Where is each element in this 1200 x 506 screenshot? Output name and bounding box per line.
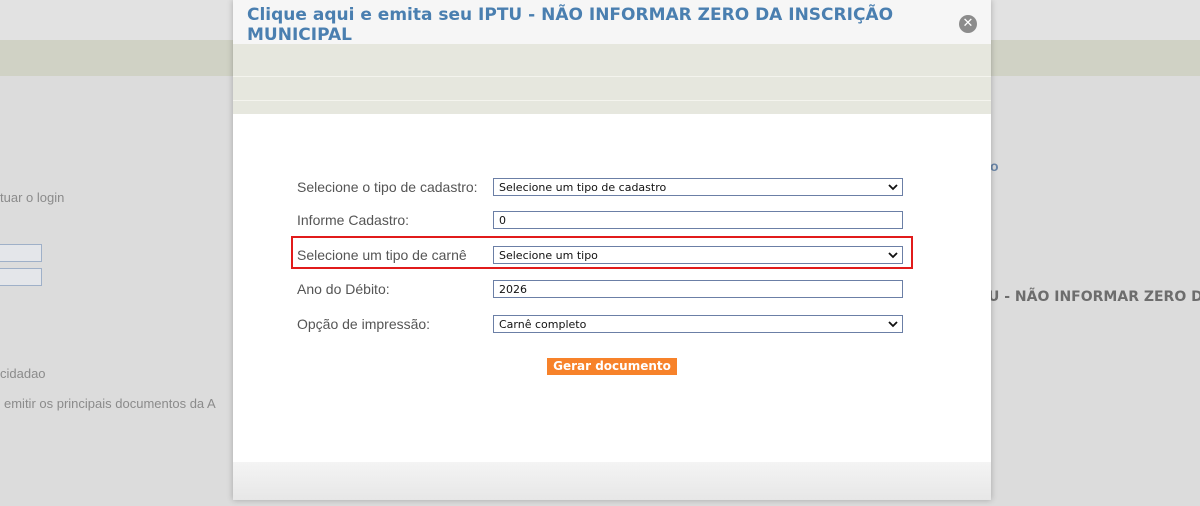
ano-debito-label: Ano do Débito: [297,281,390,297]
row-tipo-cadastro: Selecione o tipo de cadastro: Selecione … [297,178,907,198]
modal-band [233,44,991,114]
cidadao-text: cidadao [0,366,46,381]
row-ano-debito: Ano do Débito: 2026 [297,280,907,300]
chevron-down-icon [888,321,898,328]
modal-title: Clique aqui e emita seu IPTU - NÃO INFOR… [247,5,894,45]
tipo-cadastro-label: Selecione o tipo de cadastro: [297,179,478,195]
documents-text: emitir os principais documentos da A [4,396,216,411]
background-username-input[interactable] [0,244,42,262]
login-hint-text: tuar o login [0,190,65,205]
background-right-title: U - NÃO INFORMAR ZERO D [988,289,1200,305]
close-icon: ✕ [962,16,974,31]
cadastro-input[interactable]: 0 [493,211,903,229]
ano-debito-input[interactable]: 2026 [493,280,903,298]
background-right-link[interactable]: o [990,158,999,174]
row-opcao-impressao: Opção de impressão: Carnê completo [297,315,907,335]
cadastro-label: Informe Cadastro: [297,212,410,228]
modal-header: Clique aqui e emita seu IPTU - NÃO INFOR… [233,0,991,45]
opcao-impressao-select[interactable]: Carnê completo [493,315,903,333]
highlight-box [291,236,913,269]
row-cadastro: Informe Cadastro: 0 [297,211,907,231]
tipo-cadastro-value: Selecione um tipo de cadastro [499,181,667,194]
opcao-impressao-value: Carnê completo [499,318,587,331]
opcao-impressao-label: Opção de impressão: [297,316,431,332]
background-password-input[interactable] [0,268,42,286]
tipo-cadastro-select[interactable]: Selecione um tipo de cadastro [493,178,903,196]
gerar-documento-button[interactable]: Gerar documento [547,358,677,375]
modal-footer [233,462,991,500]
close-button[interactable]: ✕ [959,15,977,33]
chevron-down-icon [888,184,898,191]
